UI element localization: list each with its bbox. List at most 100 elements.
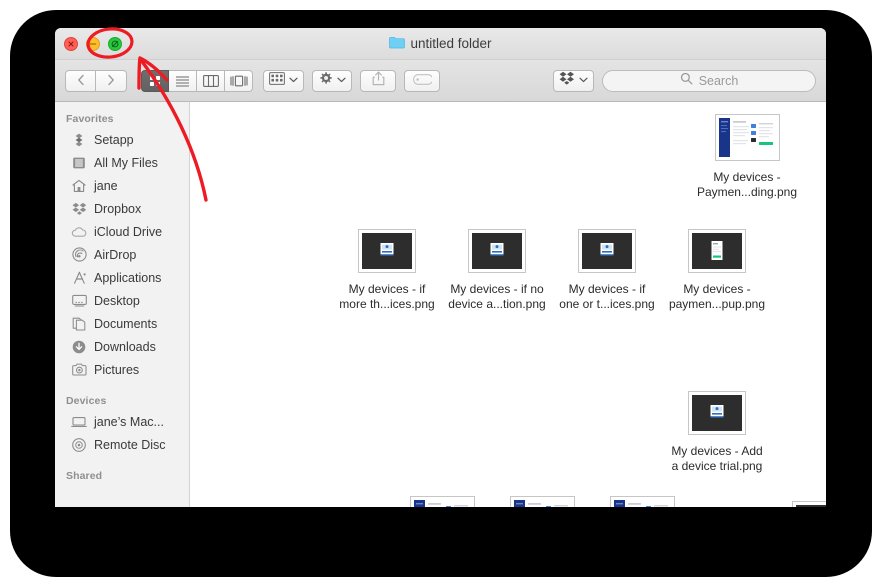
sidebar-item-downloads[interactable]: Downloads	[55, 335, 189, 358]
thumbnail-dark-card	[359, 230, 415, 272]
thumbnail-light-dashboard	[510, 497, 574, 507]
sidebar-item-label: Desktop	[94, 293, 140, 308]
file-thumbnail	[658, 222, 776, 272]
file-item[interactable]: My devices - if one or t...ices.png	[548, 222, 666, 312]
arrange-icon	[269, 71, 285, 90]
sidebar-item-label: All My Files	[94, 155, 158, 170]
thumbnail-dark-receipt	[689, 230, 745, 272]
tag-icon	[412, 72, 434, 90]
downloads-icon	[71, 339, 87, 355]
window-titlebar[interactable]: untitled folder	[55, 28, 826, 60]
desktop-icon	[71, 293, 87, 309]
thumbnail-light-dashboard	[410, 497, 474, 507]
documents-icon	[71, 316, 87, 332]
thumbnail-light-dashboard	[610, 497, 674, 507]
chevron-down-icon	[337, 76, 346, 85]
file-item[interactable]: My devices - if more th...ices.png	[328, 222, 446, 312]
sidebar-item-label: Documents	[94, 316, 158, 331]
chevron-down-icon	[579, 76, 588, 85]
sidebar-item-label: AirDrop	[94, 247, 137, 262]
finder-sidebar: Favorites Setapp All My Files jane Dropb…	[55, 102, 190, 507]
file-label: My devices - Paymen...ding.png	[696, 170, 798, 199]
file-thumbnail	[583, 492, 701, 507]
icon-view-button[interactable]	[141, 69, 169, 92]
sidebar-item-label: jane	[94, 178, 118, 193]
thumbnail-dark-card	[793, 502, 826, 507]
finder-toolbar: Search	[55, 60, 826, 102]
sidebar-item-remote-disc[interactable]: Remote Disc	[55, 433, 189, 456]
file-grid[interactable]: My devices - Paymen...ding.png My device…	[190, 102, 826, 507]
finder-window: untitled folder Search Favorites Setapp …	[55, 28, 826, 507]
file-label: My devices - Add a device trial.png	[671, 444, 763, 473]
home-icon	[71, 178, 87, 194]
sidebar-item-icloud-drive[interactable]: iCloud Drive	[55, 220, 189, 243]
sidebar-item-airdrop[interactable]: AirDrop	[55, 243, 189, 266]
dropbox-toolbar-button[interactable]	[553, 69, 594, 92]
sidebar-item-label: Downloads	[94, 339, 156, 354]
file-item[interactable]: My devices - if no device a...tion.png	[438, 222, 556, 312]
applications-icon	[71, 270, 87, 286]
search-icon	[680, 72, 693, 90]
file-item[interactable]: My devices - paymen...pup.png	[658, 222, 776, 312]
thumbnail-light-dashboard	[715, 115, 779, 160]
cover-flow-view-button[interactable]	[225, 69, 253, 92]
file-label: My devices - paymen...pup.png	[668, 282, 766, 311]
file-thumbnail	[658, 384, 776, 434]
airdrop-icon	[71, 247, 87, 263]
disc-icon	[71, 437, 87, 453]
file-thumbnail	[762, 494, 826, 507]
edit-tags-button[interactable]	[404, 69, 440, 92]
file-item[interactable]	[762, 494, 826, 507]
window-title-text: untitled folder	[410, 36, 492, 51]
setapp-icon	[71, 132, 87, 148]
sidebar-item-setapp[interactable]: Setapp	[55, 128, 189, 151]
dropbox-icon	[559, 71, 575, 91]
file-thumbnail	[328, 222, 446, 272]
gear-icon	[318, 71, 333, 91]
search-input[interactable]: Search	[602, 69, 816, 92]
thumbnail-dark-card	[689, 392, 745, 434]
all-my-files-icon	[71, 155, 87, 171]
search-placeholder: Search	[698, 73, 739, 88]
icloud-icon	[71, 224, 87, 240]
back-button[interactable]	[65, 69, 96, 92]
file-item[interactable]: My devices - Paymen...ding.png	[688, 110, 806, 200]
share-button[interactable]	[360, 69, 396, 92]
sidebar-item-all-my-files[interactable]: All My Files	[55, 151, 189, 174]
file-item[interactable]: My devices - Add a device trial.png	[658, 384, 776, 474]
column-view-button[interactable]	[197, 69, 225, 92]
folder-icon	[389, 36, 406, 52]
sidebar-item-label: Remote Disc	[94, 437, 166, 452]
window-body: Favorites Setapp All My Files jane Dropb…	[55, 102, 826, 507]
arrange-button[interactable]	[263, 69, 304, 92]
sidebar-item-label: Dropbox	[94, 201, 142, 216]
sidebar-item-dropbox[interactable]: Dropbox	[55, 197, 189, 220]
sidebar-item-janes-mac[interactable]: jane’s Mac...	[55, 410, 189, 433]
action-button[interactable]	[312, 69, 352, 92]
sidebar-header-favorites: Favorites	[66, 113, 114, 125]
file-thumbnail	[438, 222, 556, 272]
sidebar-item-pictures[interactable]: Pictures	[55, 358, 189, 381]
dropbox-icon	[71, 201, 87, 217]
sidebar-item-label: jane’s Mac...	[94, 414, 164, 429]
file-label: My devices - if no device a...tion.png	[448, 282, 546, 311]
sidebar-item-label: Pictures	[94, 362, 140, 377]
thumbnail-dark-card	[469, 230, 525, 272]
chevron-left-icon	[77, 74, 85, 88]
sidebar-item-documents[interactable]: Documents	[55, 312, 189, 335]
thumbnail-dark-card	[579, 230, 635, 272]
sidebar-item-label: iCloud Drive	[94, 224, 163, 239]
share-icon	[372, 71, 385, 91]
navigation-button-group	[65, 69, 127, 92]
file-label: My devices - if more th...ices.png	[339, 282, 435, 311]
forward-button[interactable]	[96, 69, 127, 92]
file-label: My devices - if one or t...ices.png	[559, 282, 655, 311]
list-view-button[interactable]	[169, 69, 197, 92]
sidebar-item-jane[interactable]: jane	[55, 174, 189, 197]
sidebar-item-applications[interactable]: Applications	[55, 266, 189, 289]
view-mode-segmented-control	[141, 69, 253, 92]
file-item[interactable]	[583, 492, 701, 507]
chevron-right-icon	[107, 74, 115, 88]
chevron-down-icon	[289, 76, 298, 85]
sidebar-item-desktop[interactable]: Desktop	[55, 289, 189, 312]
